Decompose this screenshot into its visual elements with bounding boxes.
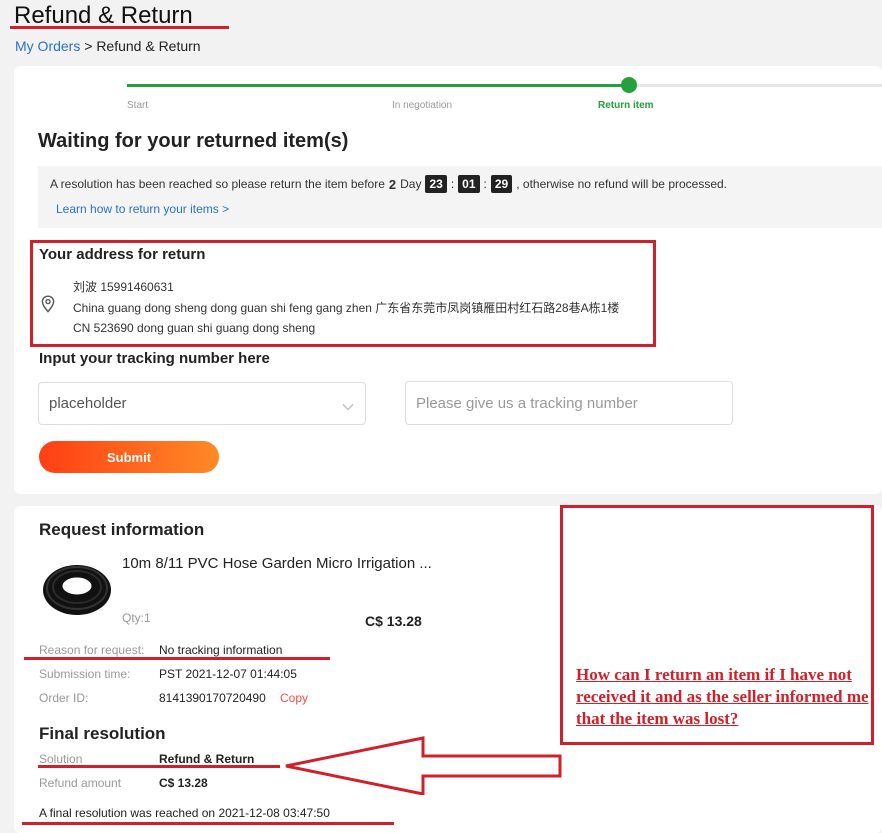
- location-pin-icon: [40, 295, 56, 313]
- breadcrumb: My Orders > Refund & Return: [15, 38, 201, 54]
- countdown-colon: :: [483, 177, 487, 191]
- date-annotation-underline: [22, 822, 394, 825]
- chevron-down-icon: [342, 399, 354, 411]
- product-title[interactable]: 10m 8/11 PVC Hose Garden Micro Irrigatio…: [122, 555, 432, 572]
- title-annotation-underline: [10, 26, 229, 29]
- countdown-colon: :: [450, 177, 455, 191]
- solution-label: Solution: [39, 752, 83, 766]
- notice-before: A resolution has been reached so please …: [50, 177, 385, 191]
- reason-label: Reason for request:: [39, 643, 145, 657]
- solution-annotation-underline: [38, 765, 280, 768]
- solution-value: Refund & Return: [159, 752, 255, 766]
- refund-amount-label: Refund amount: [39, 776, 122, 790]
- reason-annotation-underline: [24, 657, 330, 660]
- countdown-hours: 23: [425, 175, 447, 193]
- countdown-day-label: Day: [400, 177, 422, 191]
- address-line-1: China guang dong sheng dong guan shi fen…: [73, 301, 620, 315]
- final-resolution-date: A final resolution was reached on 2021-1…: [39, 806, 330, 820]
- countdown-minutes: 01: [458, 175, 480, 193]
- final-resolution-heading: Final resolution: [39, 724, 166, 743]
- address-line-2: CN 523690 dong guan shi guang dong sheng: [73, 321, 316, 335]
- progress-current-dot: [621, 77, 637, 93]
- notice-text: A resolution has been reached so please …: [50, 175, 727, 193]
- carrier-select[interactable]: placeholder: [38, 382, 366, 425]
- learn-how-to-return-link[interactable]: Learn how to return your items >: [56, 202, 229, 216]
- countdown-days: 2: [388, 176, 397, 192]
- step-return-item: Return item: [598, 100, 654, 111]
- refund-amount-value: C$ 13.28: [159, 776, 208, 790]
- product-image[interactable]: [40, 560, 114, 618]
- tracking-heading: Input your tracking number here: [39, 350, 270, 367]
- breadcrumb-my-orders-link[interactable]: My Orders: [15, 38, 80, 54]
- breadcrumb-separator: >: [80, 38, 97, 54]
- submission-time-label: Submission time:: [39, 667, 131, 681]
- breadcrumb-current: Refund & Return: [96, 38, 201, 54]
- request-heading: Request information: [39, 520, 205, 539]
- step-in-negotiation: In negotiation: [392, 100, 453, 111]
- reason-value: No tracking information: [159, 643, 283, 657]
- notice-after: , otherwise no refund will be processed.: [516, 177, 728, 191]
- countdown-seconds: 29: [490, 175, 513, 193]
- copy-order-id-link[interactable]: Copy: [280, 691, 308, 705]
- submission-time-value: PST 2021-12-07 01:44:05: [159, 667, 297, 681]
- tracking-number-placeholder: Please give us a tracking number: [416, 395, 638, 412]
- address-heading: Your address for return: [39, 246, 206, 263]
- carrier-select-value: placeholder: [49, 395, 127, 412]
- order-id-value: 8141390170720490: [159, 691, 266, 705]
- annotation-arrow: [285, 736, 562, 795]
- product-price: C$ 13.28: [365, 613, 422, 629]
- step-start: Start: [127, 100, 149, 111]
- order-id-label: Order ID:: [39, 691, 89, 705]
- product-qty: Qty:1: [122, 611, 151, 625]
- submit-button[interactable]: Submit: [39, 441, 219, 473]
- address-name-phone: 刘波 15991460631: [73, 280, 174, 294]
- waiting-heading: Waiting for your returned item(s): [38, 130, 349, 152]
- tracking-number-input[interactable]: Please give us a tracking number: [405, 381, 733, 425]
- annotation-question: How can I return an item if I have not r…: [576, 665, 869, 728]
- progress-fill: [127, 84, 629, 87]
